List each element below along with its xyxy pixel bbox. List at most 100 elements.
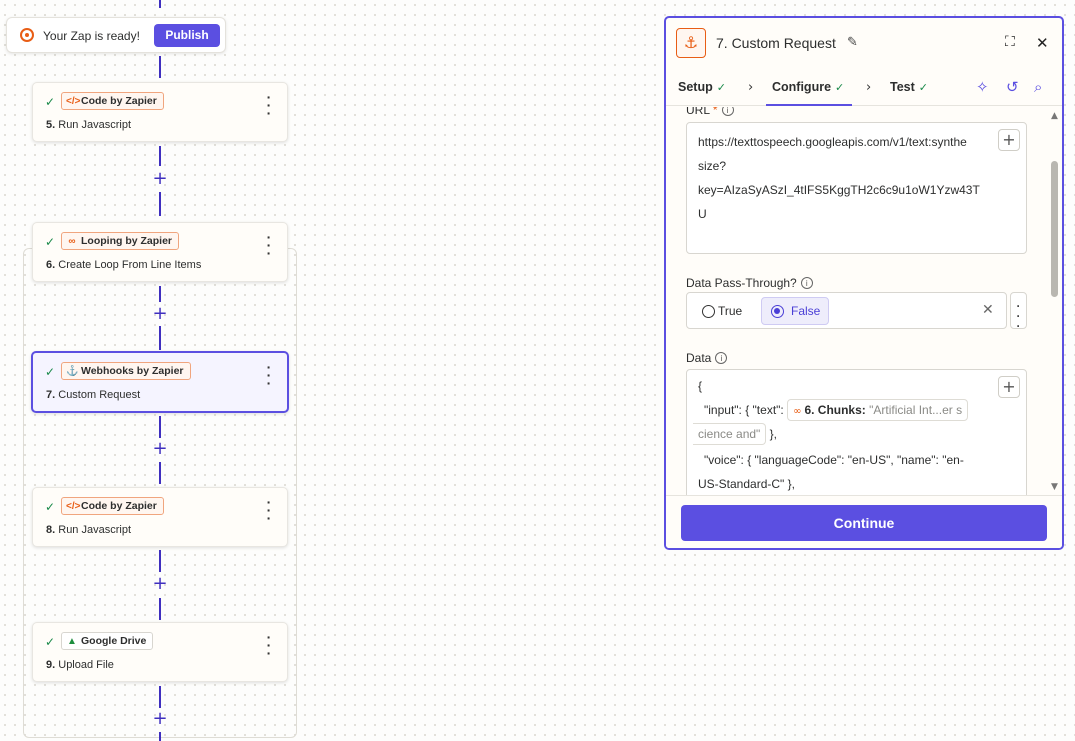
data-field[interactable]: { "input": { "text": ∞ 6. Chunks: "Artifi…	[686, 369, 1027, 495]
code-icon: </>	[66, 501, 81, 512]
connector-line	[159, 686, 161, 708]
step-number: 6.	[46, 259, 56, 271]
ready-status-icon	[20, 28, 34, 42]
info-icon[interactable]: i	[715, 352, 728, 364]
data-token[interactable]: ∞ 6. Chunks: "Artificial Int...er s	[787, 399, 969, 421]
app-name: Looping by Zapier	[81, 235, 172, 247]
step-card-7[interactable]: ✓ ⚓ Webhooks by Zapier 7. Custom Request …	[31, 351, 289, 413]
step-editor-panel: ⚓ 7. Custom Request ✎ ⛶ ✕ Setup ✓ › Confi…	[664, 16, 1064, 550]
tab-configure[interactable]: Configure ✓	[765, 80, 853, 106]
search-icon[interactable]: ⌕	[1034, 78, 1042, 96]
panel-scrollbar[interactable]: ▲ ▼	[1049, 111, 1061, 493]
token-value: cience and"	[698, 427, 761, 441]
info-icon[interactable]: i	[721, 107, 734, 116]
scroll-up-icon[interactable]: ▲	[1051, 111, 1058, 121]
step-card-5[interactable]: ✓ </>Code by Zapier 5. Run Javascript · ·…	[32, 82, 288, 142]
radio-true[interactable]: True	[698, 300, 742, 324]
connector-line	[159, 416, 161, 438]
step-title: 9. Upload File	[46, 659, 114, 671]
data-token-cont[interactable]: cience and"	[693, 423, 767, 445]
app-name: Code by Zapier	[81, 95, 157, 107]
field-options-button[interactable]: · · ·	[1010, 292, 1027, 332]
code-icon: </>	[66, 96, 81, 107]
check-icon: ✓	[716, 81, 726, 94]
add-step-button[interactable]: +	[150, 709, 170, 729]
add-step-button[interactable]: +	[150, 574, 170, 594]
data-line: US-Standard-C" },	[698, 477, 795, 491]
step-card-9[interactable]: ✓ ▲ Google Drive 9. Upload File · · ·	[32, 622, 288, 682]
webhook-icon: ⚓	[66, 366, 79, 377]
check-icon: ✓	[835, 81, 845, 94]
ai-sparkle-icon[interactable]: ✧	[976, 78, 989, 96]
add-step-button[interactable]: +	[150, 439, 170, 459]
undo-icon[interactable]: ↺	[1006, 78, 1019, 96]
url-line: key=AIzaSyASzI_4tIFS5KggTH2c6c9u1oW1Yzw4…	[698, 183, 980, 197]
step-number: 9.	[46, 659, 56, 671]
step-menu-button[interactable]: · · ·	[261, 360, 277, 390]
radio-label: False	[791, 304, 821, 318]
scroll-down-icon[interactable]: ▼	[1051, 482, 1058, 492]
google-drive-icon: ▲	[67, 636, 77, 647]
tab-label: Setup	[678, 80, 713, 94]
app-chip: </>Code by Zapier	[61, 92, 164, 110]
url-line: size?	[698, 159, 727, 173]
expand-icon[interactable]: ⛶	[1005, 34, 1015, 50]
radio-icon	[702, 305, 715, 318]
tab-setup[interactable]: Setup ✓	[678, 80, 726, 94]
step-menu-button[interactable]: · · ·	[261, 230, 277, 260]
tab-label: Test	[890, 80, 915, 94]
step-card-6[interactable]: ✓ ∞ Looping by Zapier 6. Create Loop From…	[32, 222, 288, 282]
tab-test[interactable]: Test ✓	[890, 80, 928, 94]
publish-button[interactable]: Publish	[154, 24, 220, 47]
pass-through-label-text: Data Pass-Through?	[686, 276, 797, 290]
step-menu-button[interactable]: · · ·	[261, 495, 277, 525]
info-icon[interactable]: i	[800, 277, 813, 289]
data-line: "voice": { "languageCode": "en-US", "nam…	[704, 453, 964, 467]
data-label-text: Data	[686, 351, 712, 365]
step-name: Create Loop From Line Items	[58, 259, 202, 271]
step-name: Run Javascript	[58, 119, 132, 131]
data-label: Data i	[686, 351, 728, 365]
step-title: 6. Create Loop From Line Items	[46, 259, 201, 271]
clear-icon[interactable]: ✕	[982, 302, 994, 318]
add-step-button[interactable]: +	[150, 169, 170, 189]
insert-data-button[interactable]: +	[998, 129, 1020, 151]
insert-data-button[interactable]: +	[998, 376, 1020, 398]
edit-title-icon[interactable]: ✎	[847, 35, 858, 50]
step-name: Run Javascript	[58, 524, 132, 536]
panel-header: ⚓ 7. Custom Request ✎ ⛶ ✕	[666, 18, 1062, 70]
step-menu-button[interactable]: · · ·	[261, 90, 277, 120]
radio-false[interactable]: False	[761, 297, 830, 325]
scrollbar-thumb[interactable]	[1051, 161, 1058, 297]
check-icon: ✓	[45, 365, 56, 379]
app-name: Code by Zapier	[81, 500, 157, 512]
step-title: 5. Run Javascript	[46, 119, 131, 131]
chevron-right-icon: ›	[748, 80, 754, 95]
required-mark: *	[712, 107, 718, 117]
step-menu-button[interactable]: · · ·	[261, 630, 277, 660]
tab-label: Configure	[772, 80, 832, 94]
url-line: https://texttospeech.googleapis.com/v1/t…	[698, 135, 967, 149]
url-label: URL * i	[686, 107, 734, 117]
close-icon[interactable]: ✕	[1036, 34, 1049, 52]
pass-through-options: True False ✕	[686, 292, 1007, 329]
token-value: "Artificial Int...er s	[869, 403, 963, 417]
app-name: Webhooks by Zapier	[81, 365, 184, 377]
data-line: {	[698, 379, 703, 393]
app-name: Google Drive	[81, 635, 147, 647]
continue-button[interactable]: Continue	[681, 505, 1047, 541]
panel-body[interactable]: URL * i https://texttospeech.googleapis.c…	[666, 107, 1062, 495]
step-card-8[interactable]: ✓ </>Code by Zapier 8. Run Javascript · ·…	[32, 487, 288, 547]
radio-selected-icon	[771, 305, 784, 318]
connector-line	[159, 326, 161, 350]
data-line: "input": { "text": ∞ 6. Chunks: "Artifici…	[704, 399, 969, 421]
panel-tabs: Setup ✓ › Configure ✓ › Test ✓	[666, 74, 1062, 106]
add-step-button[interactable]: +	[150, 304, 170, 324]
url-field[interactable]: https://texttospeech.googleapis.com/v1/t…	[686, 122, 1027, 254]
zap-ready-banner: Your Zap is ready! Publish	[6, 17, 226, 53]
data-line-text: },	[769, 427, 777, 441]
panel-title: 7. Custom Request	[716, 35, 836, 51]
app-chip: ▲ Google Drive	[61, 632, 154, 650]
url-line: U	[698, 207, 707, 221]
step-name: Upload File	[58, 659, 114, 671]
